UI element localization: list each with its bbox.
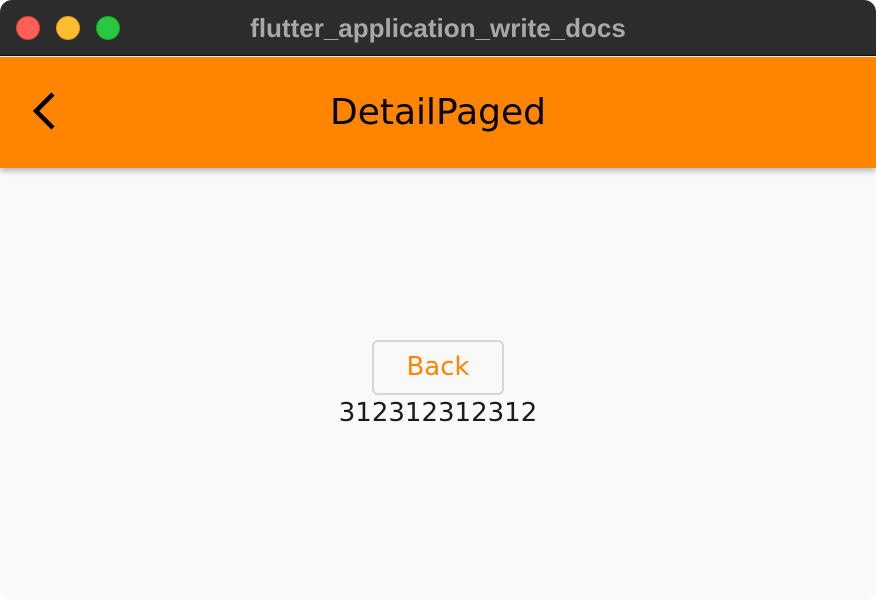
window-title: flutter_application_write_docs bbox=[250, 13, 626, 43]
window-titlebar: flutter_application_write_docs bbox=[0, 0, 876, 56]
page-body: Back 312312312312 bbox=[0, 168, 876, 600]
app-window: flutter_application_write_docs DetailPag… bbox=[0, 0, 876, 600]
value-text: 312312312312 bbox=[338, 398, 538, 428]
page-title: DetailPaged bbox=[329, 92, 547, 133]
app-bar: DetailPaged bbox=[0, 57, 876, 168]
center-column: Back 312312312312 bbox=[0, 340, 876, 428]
back-button[interactable]: Back bbox=[372, 340, 504, 395]
